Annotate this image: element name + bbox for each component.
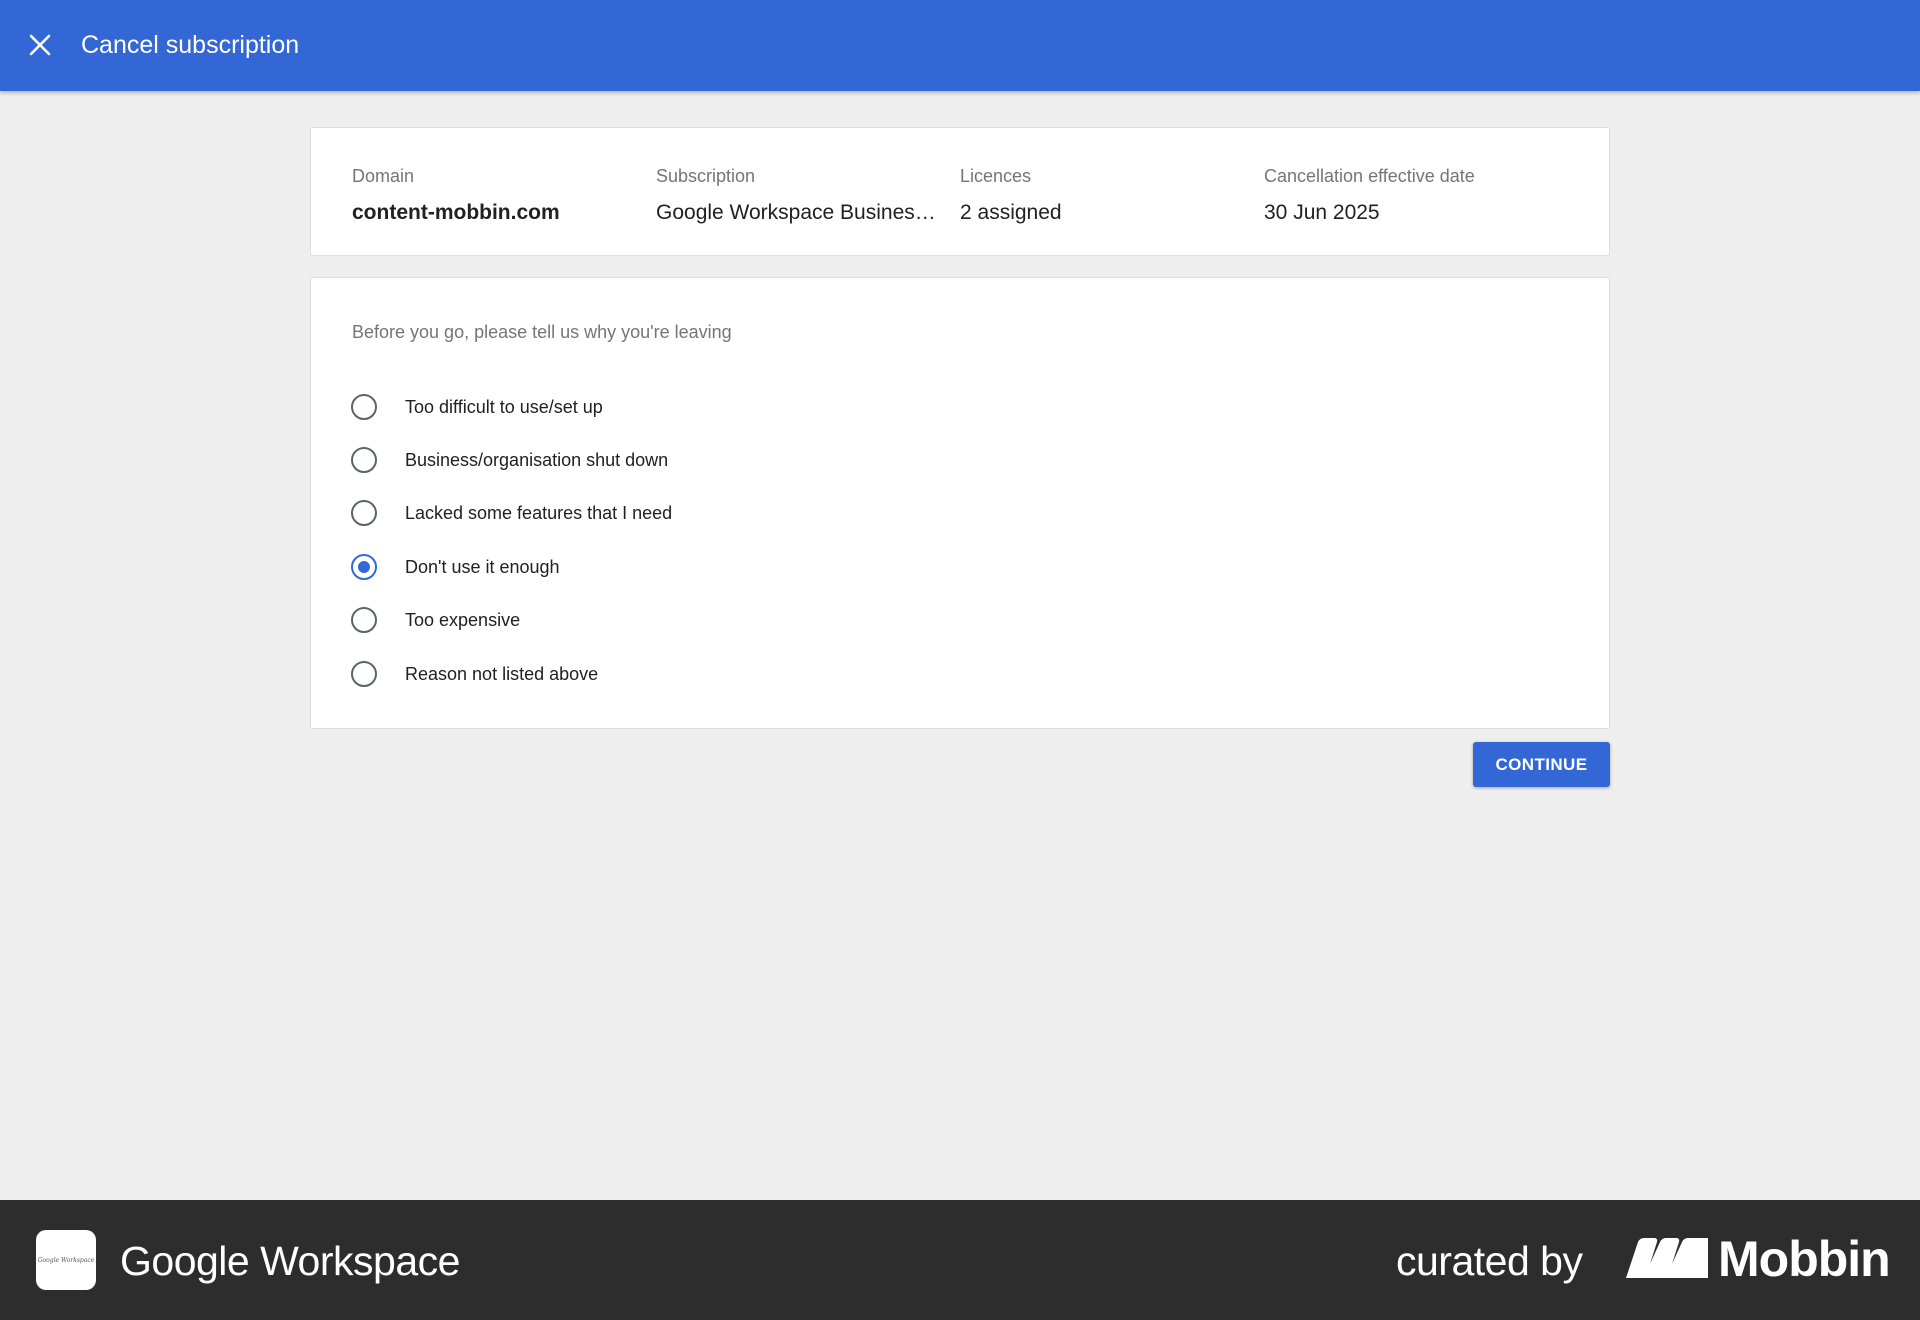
radio-button[interactable]	[351, 607, 377, 634]
continue-button[interactable]: CONTINUE	[1473, 742, 1610, 787]
radio-button[interactable]	[351, 660, 377, 687]
reason-option-label: Too difficult to use/set up	[405, 396, 603, 417]
reason-option[interactable]: Too difficult to use/set up	[351, 380, 672, 433]
domain-label: Domain	[352, 166, 415, 186]
reasons-prompt: Before you go, please tell us why you're…	[352, 322, 732, 342]
reason-option[interactable]: Lacked some features that I need	[351, 487, 672, 540]
radio-button[interactable]	[351, 393, 377, 420]
domain-field: Domain content-mobbin.com	[352, 165, 642, 226]
domain-value: content-mobbin.com	[352, 201, 560, 224]
reason-radio-group: Too difficult to use/set up Business/org…	[351, 380, 672, 700]
cancellation-date-value: 30 Jun 2025	[1264, 201, 1380, 224]
cancellation-reasons-card: Before you go, please tell us why you're…	[310, 277, 1610, 729]
footer-banner: Google Workspace Google Workspace curate…	[0, 1200, 1920, 1320]
reason-option[interactable]: Too expensive	[351, 594, 672, 647]
page-title: Cancel subscription	[81, 31, 300, 59]
reason-option-label: Business/organisation shut down	[405, 450, 669, 471]
licences-field: Licences 2 assigned	[960, 165, 1250, 226]
radio-button[interactable]	[351, 500, 377, 527]
close-button[interactable]	[20, 25, 60, 65]
reason-option-selected[interactable]: Don't use it enough	[351, 540, 672, 593]
radio-button[interactable]	[351, 447, 377, 474]
radio-button-checked[interactable]	[351, 553, 377, 580]
licences-value: 2 assigned	[960, 201, 1062, 224]
google-workspace-app-icon: Google Workspace	[36, 1230, 96, 1290]
mobbin-brand-name: Mobbin	[1718, 1231, 1891, 1287]
reason-option-label: Lacked some features that I need	[405, 503, 673, 524]
licences-label: Licences	[960, 166, 1032, 186]
curated-by-label: curated by	[1396, 1238, 1583, 1284]
mobbin-logo-icon	[1626, 1238, 1708, 1278]
reason-option[interactable]: Business/organisation shut down	[351, 433, 672, 486]
app-name: Google Workspace	[120, 1238, 460, 1284]
reason-option-label: Too expensive	[405, 610, 521, 631]
radio-selected-dot	[358, 560, 370, 573]
reason-option[interactable]: Reason not listed above	[351, 647, 672, 700]
subscription-summary-card: Domain content-mobbin.com Subscription G…	[310, 127, 1610, 256]
reason-option-label: Reason not listed above	[405, 663, 599, 684]
reason-option-label: Don't use it enough	[405, 556, 560, 577]
app-icon-text: Google Workspace	[37, 1256, 95, 1264]
subscription-value: Google Workspace Business S...	[656, 201, 946, 224]
subscription-field: Subscription Google Workspace Business S…	[656, 165, 946, 226]
cancellation-date-label: Cancellation effective date	[1264, 166, 1475, 186]
cancellation-date-field: Cancellation effective date 30 Jun 2025	[1264, 165, 1554, 226]
app-header: Cancel subscription	[0, 0, 1920, 91]
close-icon	[29, 34, 51, 56]
subscription-label: Subscription	[656, 166, 756, 186]
